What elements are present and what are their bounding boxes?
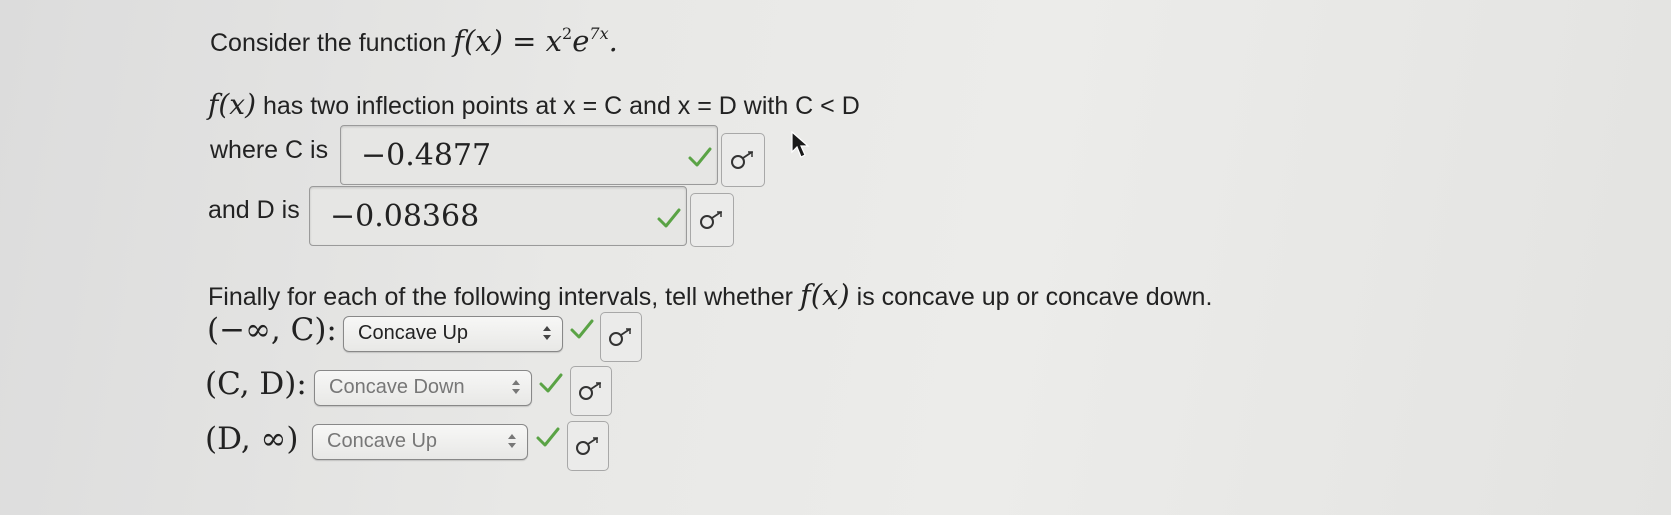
answer-key-icon (731, 151, 753, 169)
d-answer-field[interactable]: −0.08368 (309, 186, 687, 246)
interval-2-answer-key-button[interactable] (570, 366, 612, 416)
answer-key-icon (576, 437, 598, 455)
answer-key-icon (609, 328, 631, 346)
select-value: Concave Down (329, 376, 465, 398)
intro-text: Consider the function (210, 29, 447, 57)
interval-label-2: (C, D): (205, 366, 307, 402)
select-arrows-icon (512, 380, 520, 394)
inflection-statement: f(x) has two inflection points at x = C … (208, 88, 860, 121)
checkmark-icon (539, 373, 563, 393)
interval-label-3: (D, ∞) (205, 421, 299, 457)
interval-3-answer-key-button[interactable] (567, 421, 609, 471)
function-expression: f(x) = x2e7x. (453, 24, 618, 58)
select-arrows-icon (508, 434, 516, 448)
where-c-label: where C is (210, 136, 329, 164)
d-answer-key-button[interactable] (690, 193, 734, 247)
checkmark-icon (570, 319, 594, 339)
select-value: Concave Up (327, 430, 438, 452)
answer-key-icon (579, 382, 601, 400)
checkmark-icon (536, 427, 560, 447)
select-value: Concave Up (358, 322, 469, 344)
answer-key-icon (700, 211, 722, 229)
c-answer-field[interactable]: −0.4877 (340, 125, 718, 185)
checkmark-icon (688, 147, 712, 167)
and-d-label: and D is (208, 196, 300, 224)
concavity-select-2[interactable]: Concave Down (314, 370, 532, 406)
concavity-select-1[interactable]: Concave Up (343, 316, 563, 352)
d-answer-value: −0.08368 (330, 199, 480, 234)
mouse-pointer-icon (791, 130, 810, 158)
checkmark-icon (657, 208, 681, 228)
interval-1-answer-key-button[interactable] (600, 312, 642, 362)
concavity-select-3[interactable]: Concave Up (312, 424, 528, 460)
c-answer-value: −0.4877 (361, 138, 492, 173)
select-arrows-icon (543, 326, 551, 340)
interval-label-1: (−∞, C): (207, 312, 337, 348)
c-answer-key-button[interactable] (721, 133, 765, 187)
concavity-prompt: Finally for each of the following interv… (208, 278, 1213, 312)
function-definition: Consider the function f(x) = x2e7x. (210, 24, 618, 58)
